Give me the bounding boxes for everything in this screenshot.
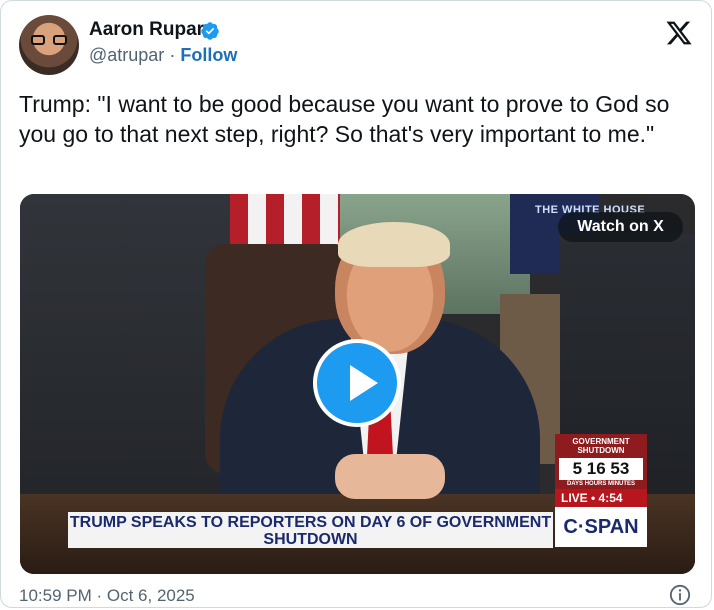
handle-row: @atrupar · Follow — [89, 45, 237, 66]
shutdown-title: GOVERNMENT SHUTDOWN — [572, 437, 630, 455]
network-logo: C·SPAN — [555, 507, 647, 547]
tweet-card: Aaron Rupar @atrupar · Follow Trump: "I … — [0, 0, 712, 608]
shutdown-units: DAYS HOURS MINUTES — [566, 481, 636, 487]
verified-badge-icon — [201, 22, 219, 40]
author-handle[interactable]: @atrupar — [89, 45, 164, 65]
avatar[interactable] — [19, 15, 79, 75]
x-logo-icon[interactable] — [665, 19, 693, 47]
video-scene-hair — [338, 222, 450, 267]
author-name[interactable]: Aaron Rupar — [89, 19, 204, 41]
headline-banner: TRUMP SPEAKS TO REPORTERS ON DAY 6 OF GO… — [68, 512, 553, 548]
tweet-timestamp[interactable]: 10:59 PM · Oct 6, 2025 — [19, 586, 195, 606]
shutdown-count: 5 16 53 — [559, 458, 643, 480]
info-icon[interactable] — [669, 584, 691, 606]
video-scene-hands — [335, 454, 445, 499]
video-player[interactable]: THE WHITE HOUSE Watch on X GOVERNMENT SH… — [20, 194, 695, 574]
shutdown-clock: GOVERNMENT SHUTDOWN 5 16 53 DAYS HOURS M… — [555, 434, 647, 494]
separator: · — [169, 45, 176, 65]
avatar-glasses — [31, 35, 67, 45]
play-icon[interactable] — [313, 339, 401, 427]
watch-on-x-button[interactable]: Watch on X — [558, 212, 683, 242]
live-badge: LIVE • 4:54 — [555, 489, 647, 507]
follow-button[interactable]: Follow — [180, 45, 237, 65]
tweet-text: Trump: "I want to be good because you wa… — [19, 91, 670, 147]
